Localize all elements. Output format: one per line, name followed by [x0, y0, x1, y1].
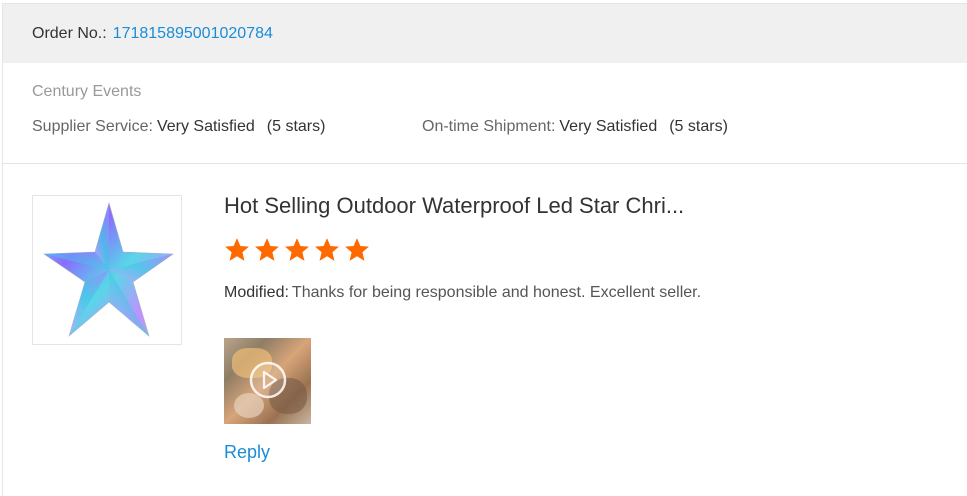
supplier-rating-section: Century Events Supplier Service: Very Sat… [3, 63, 967, 164]
play-icon [249, 361, 287, 399]
supplier-service-value: Very Satisfied [156, 118, 255, 135]
star-icon [255, 238, 279, 261]
order-number-label: Order No.: [32, 24, 107, 42]
star-icon [225, 238, 249, 261]
review-text: Thanks for being responsible and honest.… [291, 284, 702, 301]
shipment-rating: On-time Shipment: Very Satisfied (5 stars) [422, 118, 728, 136]
star-icon [285, 238, 309, 261]
reply-link[interactable]: Reply [224, 442, 270, 463]
review-video-thumbnail[interactable] [224, 338, 311, 424]
supplier-service-rating: Supplier Service: Very Satisfied (5 stars) [32, 118, 325, 136]
shipment-stars-text: (5 stars) [669, 118, 728, 135]
review-label: Modified: [224, 284, 289, 301]
supplier-service-stars-text: (5 stars) [266, 118, 326, 135]
star-icon [315, 238, 339, 261]
star-icon [345, 238, 369, 261]
product-title-link[interactable]: Hot Selling Outdoor Waterproof Led Star … [224, 193, 684, 219]
review-card: Order No.: 171815895001020784 Century Ev… [2, 3, 967, 496]
supplier-name: Century Events [32, 83, 142, 100]
star-rating [224, 237, 370, 263]
shipment-value: Very Satisfied [559, 118, 658, 135]
review-comment: Modified: Thanks for being responsible an… [224, 284, 701, 302]
supplier-service-label: Supplier Service: [32, 118, 153, 135]
order-header: Order No.: 171815895001020784 [3, 4, 967, 63]
order-number-link[interactable]: 171815895001020784 [113, 25, 273, 43]
star-ornament-image [43, 201, 174, 337]
product-image[interactable] [32, 195, 182, 345]
shipment-label: On-time Shipment: [422, 118, 556, 135]
